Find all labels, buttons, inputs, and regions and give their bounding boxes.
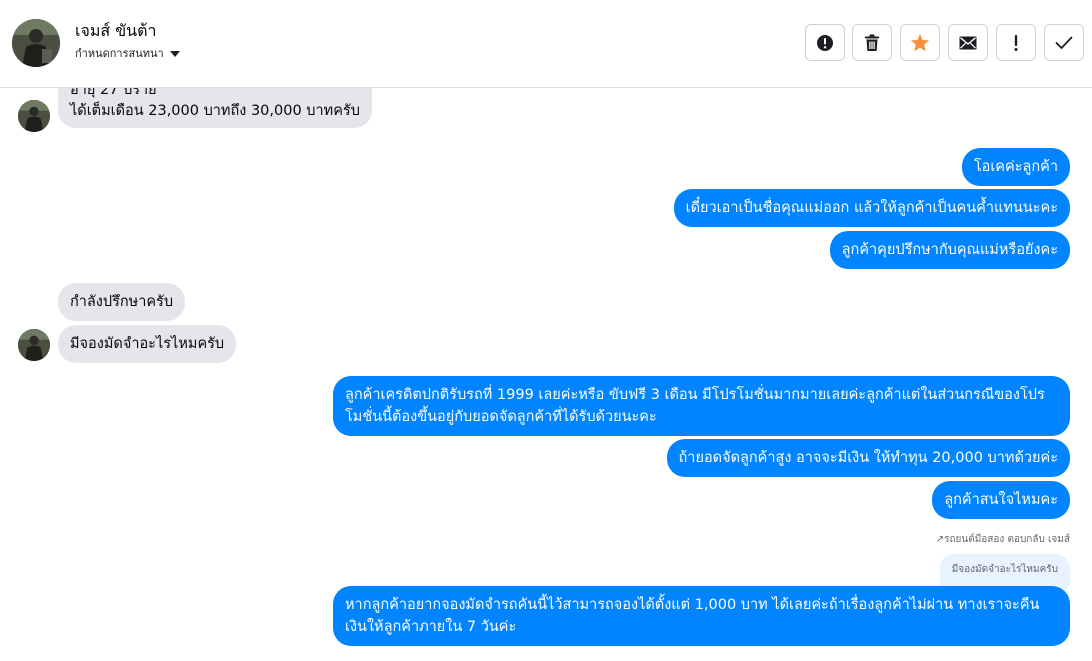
contact-avatar-small[interactable] bbox=[18, 329, 50, 361]
exclamation-circle-icon bbox=[817, 34, 833, 51]
reply-arrow-icon: ↗ bbox=[935, 534, 945, 545]
mail-button[interactable] bbox=[948, 24, 988, 61]
incoming-message[interactable]: กำลังปรึกษาครับ bbox=[58, 283, 186, 321]
message-text: หากลูกค้าอยากจองมัดจำรถคันนี้ไว้สามารถจอ… bbox=[345, 597, 1040, 635]
reply-indicator: ↗รถยนต์มือสอง ตอบกลับ เจมส์ bbox=[936, 532, 1070, 547]
conversation-settings-label: กำหนดการสนทนา bbox=[75, 47, 164, 60]
outgoing-message[interactable]: ลูกค้าสนใจไหมคะ bbox=[932, 481, 1070, 519]
conversation-header: เจมส์ ขันต้า กำหนดการสนทนา bbox=[0, 0, 1092, 88]
important-button[interactable] bbox=[996, 24, 1036, 61]
incoming-message[interactable]: มีจองมัดจำอะไรไหมครับ bbox=[58, 325, 237, 363]
message-text: โอเคค่ะลูกค้า bbox=[973, 159, 1058, 175]
outgoing-message[interactable]: ถ้ายอดจัดลูกค้าสูง อาจจะมีเงิน ให้ทำทุน … bbox=[666, 439, 1070, 477]
message-text: ลูกค้าคุยปรึกษากับคุณแม่หรือยังคะ bbox=[841, 242, 1058, 258]
message-thread: อายุ 27 ปีราย ได้เต็มเดือน 23,000 บาทถึง… bbox=[0, 88, 1092, 661]
delete-button[interactable] bbox=[852, 24, 892, 61]
contact-name[interactable]: เจมส์ ขันต้า bbox=[75, 19, 157, 44]
message-text: ถ้ายอดจัดลูกค้าสูง อาจจะมีเงิน ให้ทำทุน … bbox=[678, 450, 1058, 466]
message-text: ลูกค้าสนใจไหมคะ bbox=[944, 492, 1058, 508]
message-text: เดี๋ยวเอาเป็นชื่อคุณแม่ออก แล้วให้ลูกค้า… bbox=[685, 200, 1058, 216]
envelope-icon bbox=[959, 36, 977, 49]
message-text: อายุ 27 ปีราย bbox=[70, 88, 157, 98]
message-text: ลูกค้าเครดิตปกติรับรถที่ 1999 เลยค่ะหรือ… bbox=[345, 387, 1045, 425]
outgoing-message[interactable]: โอเคค่ะลูกค้า bbox=[961, 148, 1070, 186]
outgoing-message[interactable]: ลูกค้าเครดิตปกติรับรถที่ 1999 เลยค่ะหรือ… bbox=[333, 376, 1070, 436]
done-button[interactable] bbox=[1044, 24, 1084, 61]
trash-icon bbox=[865, 34, 879, 51]
outgoing-message[interactable]: เดี๋ยวเอาเป็นชื่อคุณแม่ออก แล้วให้ลูกค้า… bbox=[673, 189, 1070, 227]
conversation-settings-dropdown[interactable]: กำหนดการสนทนา bbox=[75, 44, 180, 62]
contact-avatar-small[interactable] bbox=[18, 100, 50, 132]
message-text: มีจองมัดจำอะไรไหมครับ bbox=[70, 336, 225, 352]
caret-down-icon bbox=[169, 50, 180, 57]
quoted-message-text: มีจองมัดจำอะไรไหมครับ bbox=[951, 564, 1058, 575]
star-icon bbox=[910, 33, 930, 52]
outgoing-message[interactable]: หากลูกค้าอยากจองมัดจำรถคันนี้ไว้สามารถจอ… bbox=[333, 586, 1070, 646]
star-button[interactable] bbox=[900, 24, 940, 61]
exclamation-icon bbox=[1014, 34, 1018, 51]
incoming-message[interactable]: อายุ 27 ปีราย ได้เต็มเดือน 23,000 บาทถึง… bbox=[58, 88, 372, 128]
message-text: กำลังปรึกษาครับ bbox=[70, 294, 174, 310]
message-text: ได้เต็มเดือน 23,000 บาทถึง 30,000 บาทครั… bbox=[70, 103, 360, 119]
contact-avatar[interactable] bbox=[12, 19, 60, 67]
reply-indicator-text: รถยนต์มือสอง ตอบกลับ เจมส์ bbox=[944, 534, 1070, 545]
outgoing-message[interactable]: ลูกค้าคุยปรึกษากับคุณแม่หรือยังคะ bbox=[829, 231, 1070, 269]
report-spam-button[interactable] bbox=[805, 24, 845, 61]
check-icon bbox=[1055, 36, 1073, 49]
